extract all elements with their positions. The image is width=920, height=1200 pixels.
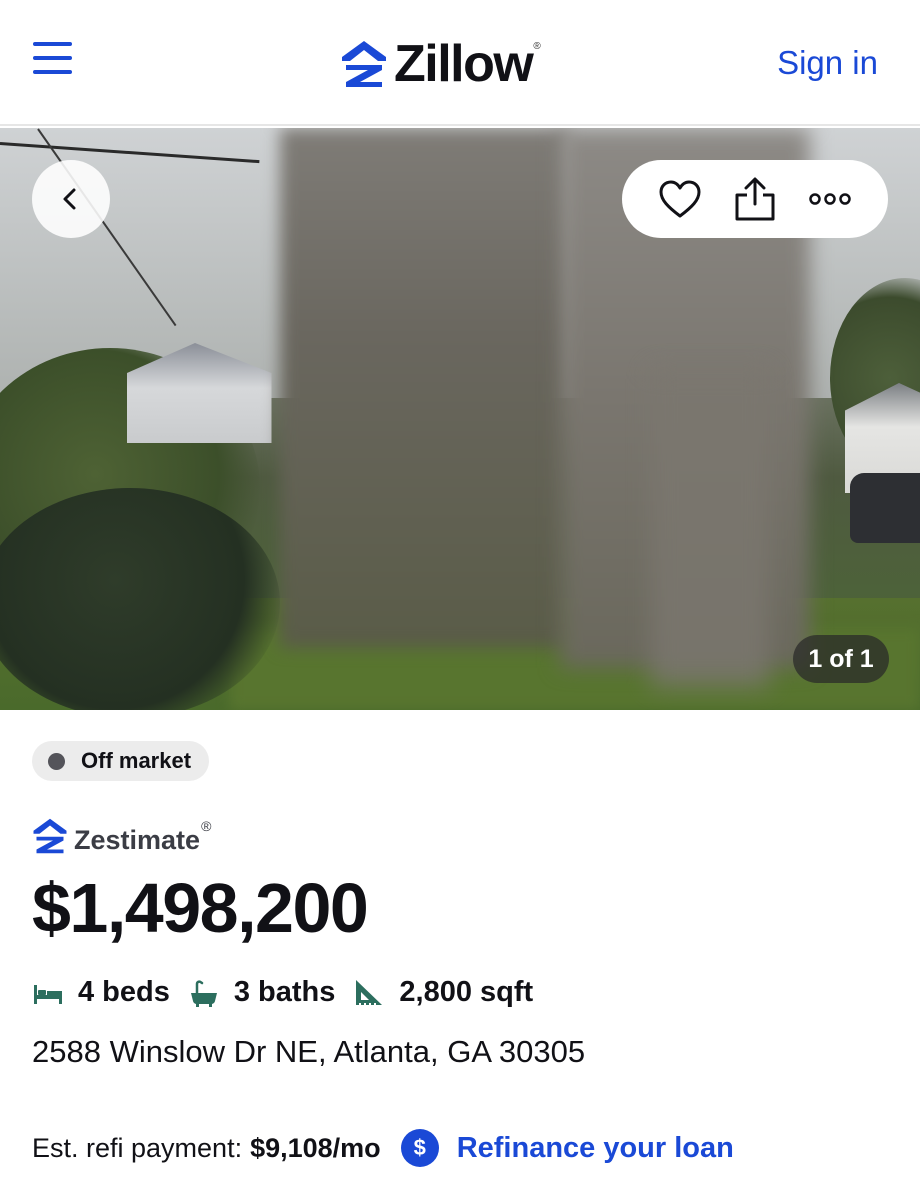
more-button[interactable] [804,173,856,225]
back-button[interactable] [32,160,110,238]
sqft-fact: 2,800 sqft [353,976,533,1009]
listing-photo[interactable]: 1 of 1 [0,128,920,710]
top-nav-bar: Zillow ® Sign in [0,0,920,126]
home-facts: 4 beds 3 baths 2,800 sqft [32,972,551,1012]
back-chevron-icon [63,188,76,210]
brand-name: Zillow [394,35,534,93]
sqft-icon [356,980,383,1005]
more-icon [809,193,852,205]
status-badge: Off market [32,741,210,781]
address: 2588 Winslow Dr NE, Atlanta, GA 30305 [32,1034,586,1069]
share-icon [735,177,775,221]
photo-actions-pill [622,160,888,238]
registered-mark: ® [533,40,541,52]
zestimate-registered-mark: ® [201,818,212,834]
refi-payment-label: Est. refi payment: [32,1132,243,1163]
photo-counter: 1 of 1 [793,635,889,683]
price: $1,498,200 [32,869,369,947]
bed-icon [34,985,62,1004]
save-button[interactable] [654,173,706,225]
status-label: Off market [81,748,192,773]
sign-in-link[interactable]: Sign in [777,44,878,82]
baths-fact: 3 baths [188,975,336,1009]
beds-fact: 4 beds [32,976,170,1009]
bath-icon [190,980,217,1007]
zillow-logo-icon [342,41,386,87]
blurred-house-area [280,128,570,648]
share-button[interactable] [729,173,781,225]
refi-row: Est. refi payment: $9,108/mo $ Refinance… [32,1126,734,1170]
refi-payment-amount: $9,108/mo [250,1132,381,1163]
heart-icon [659,180,701,218]
dollar-icon[interactable]: $ [400,1129,439,1167]
refinance-link[interactable]: Refinance your loan [457,1132,734,1165]
sqft-value: 2,800 sqft [399,975,534,1008]
zillow-logo[interactable]: Zillow ® [340,36,541,92]
zestimate-label: Zestimate [74,824,201,855]
beds-value: 4 beds [78,975,170,1008]
menu-icon[interactable] [33,42,73,76]
zestimate-heading[interactable]: Zestimate ® [32,815,211,857]
status-dot-icon [48,752,65,770]
zestimate-logo-icon [33,818,67,854]
baths-value: 3 baths [233,975,336,1008]
